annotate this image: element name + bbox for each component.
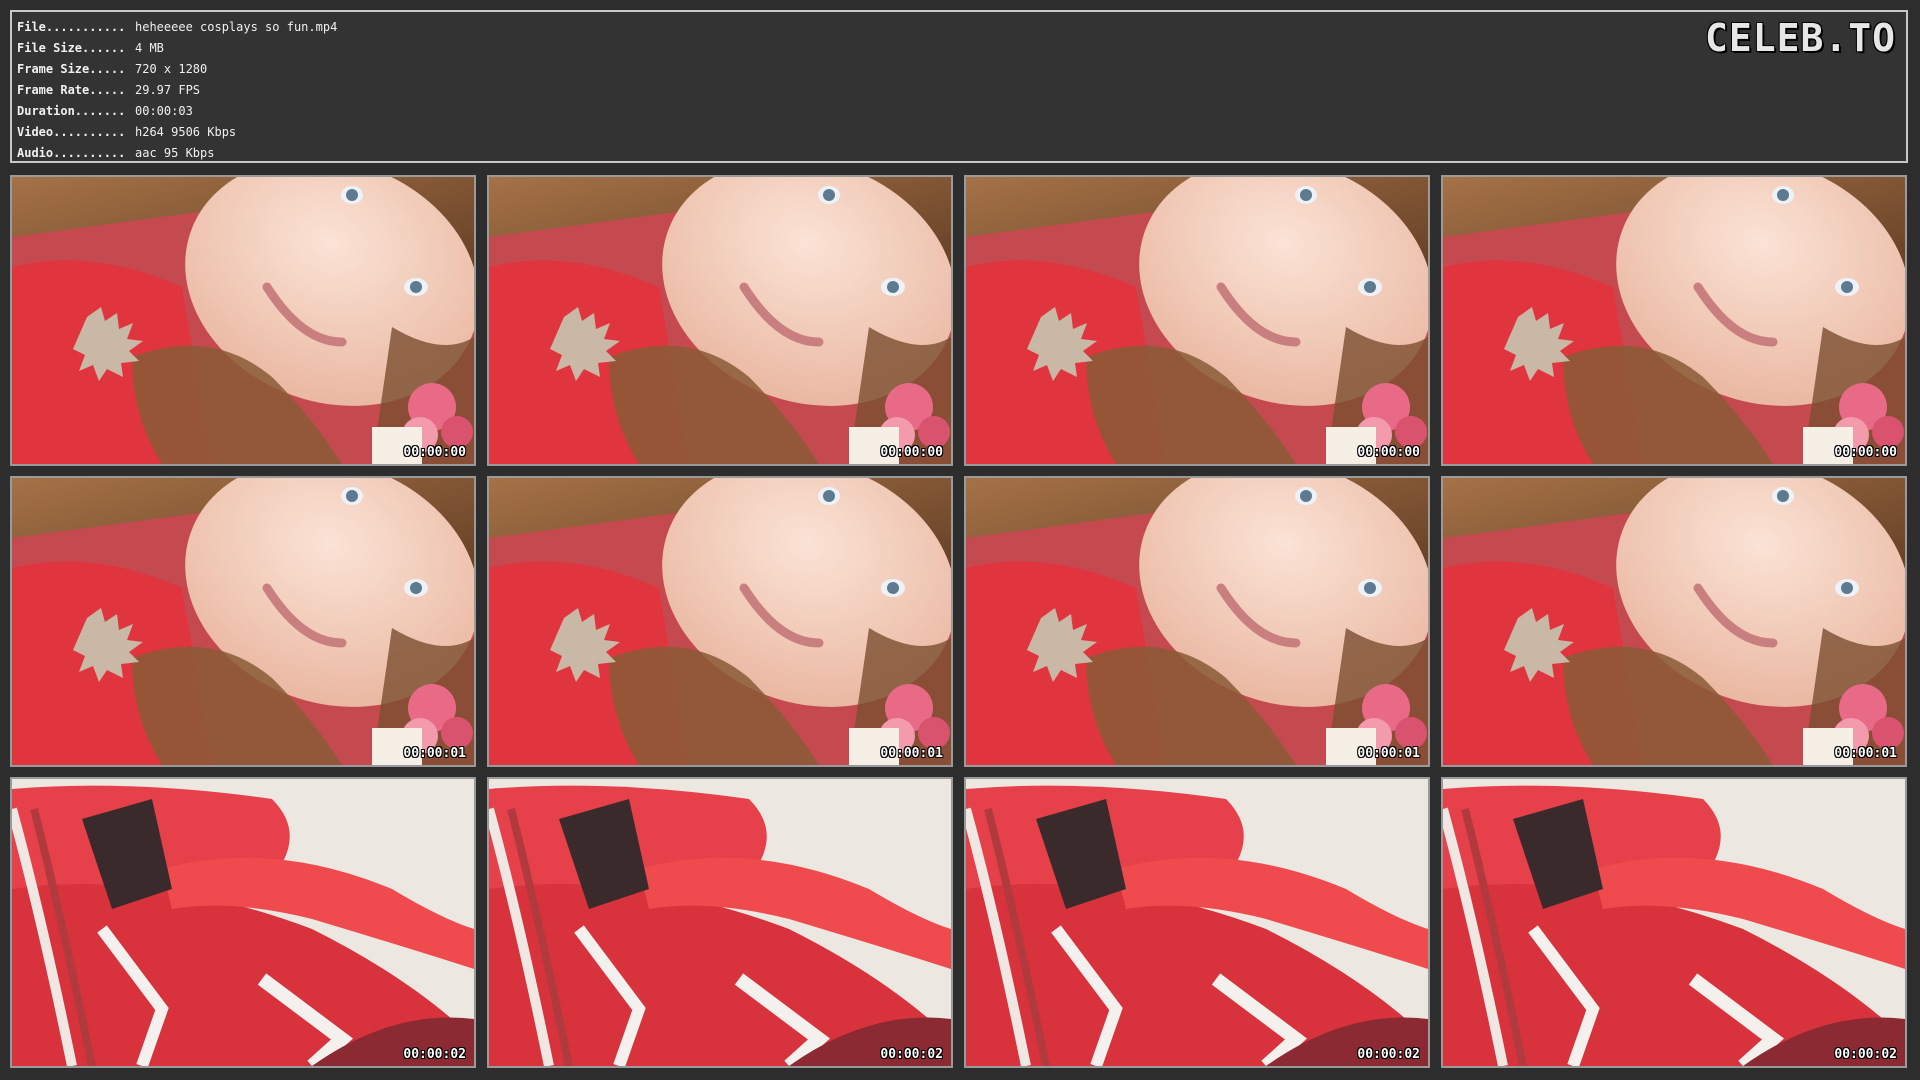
frame-image bbox=[12, 478, 474, 765]
frame-image bbox=[1443, 177, 1905, 464]
thumbnail-frame[interactable]: 00:00:01 bbox=[964, 476, 1430, 767]
metadata-label: Duration....... bbox=[17, 104, 126, 118]
frame-image bbox=[966, 478, 1428, 765]
frame-timestamp: 00:00:02 bbox=[1357, 1047, 1420, 1062]
frame-timestamp: 00:00:02 bbox=[1834, 1047, 1897, 1062]
metadata-value: h264 9506 Kbps bbox=[135, 125, 237, 139]
frame-timestamp: 00:00:01 bbox=[880, 746, 943, 761]
video-info-panel: File........... heheeeee cosplays so fun.… bbox=[10, 10, 1908, 163]
metadata-row-frame-size: Frame Size..... 720 x 1280 bbox=[17, 59, 337, 80]
frame-image bbox=[489, 779, 951, 1066]
metadata-label: Video.......... bbox=[17, 125, 126, 139]
frame-timestamp: 00:00:02 bbox=[403, 1047, 466, 1062]
metadata-value: 720 x 1280 bbox=[135, 62, 208, 76]
metadata-value: 00:00:03 bbox=[135, 104, 193, 118]
thumbnail-frame[interactable]: 00:00:00 bbox=[487, 175, 953, 466]
metadata-label: Frame Size..... bbox=[17, 62, 126, 76]
metadata-row-audio: Audio.......... aac 95 Kbps bbox=[17, 143, 337, 164]
metadata-label: Audio.......... bbox=[17, 146, 126, 160]
metadata-row-duration: Duration....... 00:00:03 bbox=[17, 101, 337, 122]
thumbnail-frame[interactable]: 00:00:00 bbox=[1441, 175, 1907, 466]
frame-timestamp: 00:00:00 bbox=[1834, 445, 1897, 460]
thumbnail-frame[interactable]: 00:00:02 bbox=[10, 777, 476, 1068]
thumbnail-frame[interactable]: 00:00:01 bbox=[487, 476, 953, 767]
contact-sheet: File........... heheeeee cosplays so fun.… bbox=[0, 0, 1920, 1080]
metadata-label: Frame Rate..... bbox=[17, 83, 126, 97]
frame-image bbox=[1443, 779, 1905, 1066]
frame-timestamp: 00:00:00 bbox=[403, 445, 466, 460]
frame-image bbox=[12, 177, 474, 464]
frame-timestamp: 00:00:01 bbox=[1357, 746, 1420, 761]
frame-image bbox=[489, 177, 951, 464]
metadata-row-frame-rate: Frame Rate..... 29.97 FPS bbox=[17, 80, 337, 101]
thumbnail-frame[interactable]: 00:00:02 bbox=[1441, 777, 1907, 1068]
frame-timestamp: 00:00:01 bbox=[403, 746, 466, 761]
thumbnail-frame[interactable]: 00:00:00 bbox=[964, 175, 1430, 466]
thumbnail-frame[interactable]: 00:00:01 bbox=[10, 476, 476, 767]
metadata-row-file-size: File Size...... 4 MB bbox=[17, 38, 337, 59]
frame-timestamp: 00:00:02 bbox=[880, 1047, 943, 1062]
frame-image bbox=[966, 177, 1428, 464]
thumbnail-frame[interactable]: 00:00:02 bbox=[964, 777, 1430, 1068]
metadata-label: File Size...... bbox=[17, 41, 126, 55]
thumbnail-frame[interactable]: 00:00:02 bbox=[487, 777, 953, 1068]
frame-timestamp: 00:00:01 bbox=[1834, 746, 1897, 761]
frame-timestamp: 00:00:00 bbox=[1357, 445, 1420, 460]
metadata-label: File........... bbox=[17, 20, 126, 34]
metadata-value: heheeeee cosplays so fun.mp4 bbox=[135, 20, 338, 34]
thumbnail-grid: 00:00:00 00:00:00 00:00:00 00:00:00 00:0… bbox=[10, 175, 1910, 1068]
frame-image bbox=[1443, 478, 1905, 765]
metadata-value: 29.97 FPS bbox=[135, 83, 201, 97]
thumbnail-frame[interactable]: 00:00:01 bbox=[1441, 476, 1907, 767]
metadata-value: 4 MB bbox=[135, 41, 164, 55]
frame-image bbox=[12, 779, 474, 1066]
frame-image bbox=[966, 779, 1428, 1066]
frame-timestamp: 00:00:00 bbox=[880, 445, 943, 460]
thumbnail-frame[interactable]: 00:00:00 bbox=[10, 175, 476, 466]
metadata-row-file: File........... heheeeee cosplays so fun.… bbox=[17, 17, 337, 38]
metadata-value: aac 95 Kbps bbox=[135, 146, 215, 160]
metadata-list: File........... heheeeee cosplays so fun.… bbox=[17, 17, 337, 164]
frame-image bbox=[489, 478, 951, 765]
site-logo: CELEB.TO bbox=[1704, 16, 1896, 60]
metadata-row-video: Video.......... h264 9506 Kbps bbox=[17, 122, 337, 143]
